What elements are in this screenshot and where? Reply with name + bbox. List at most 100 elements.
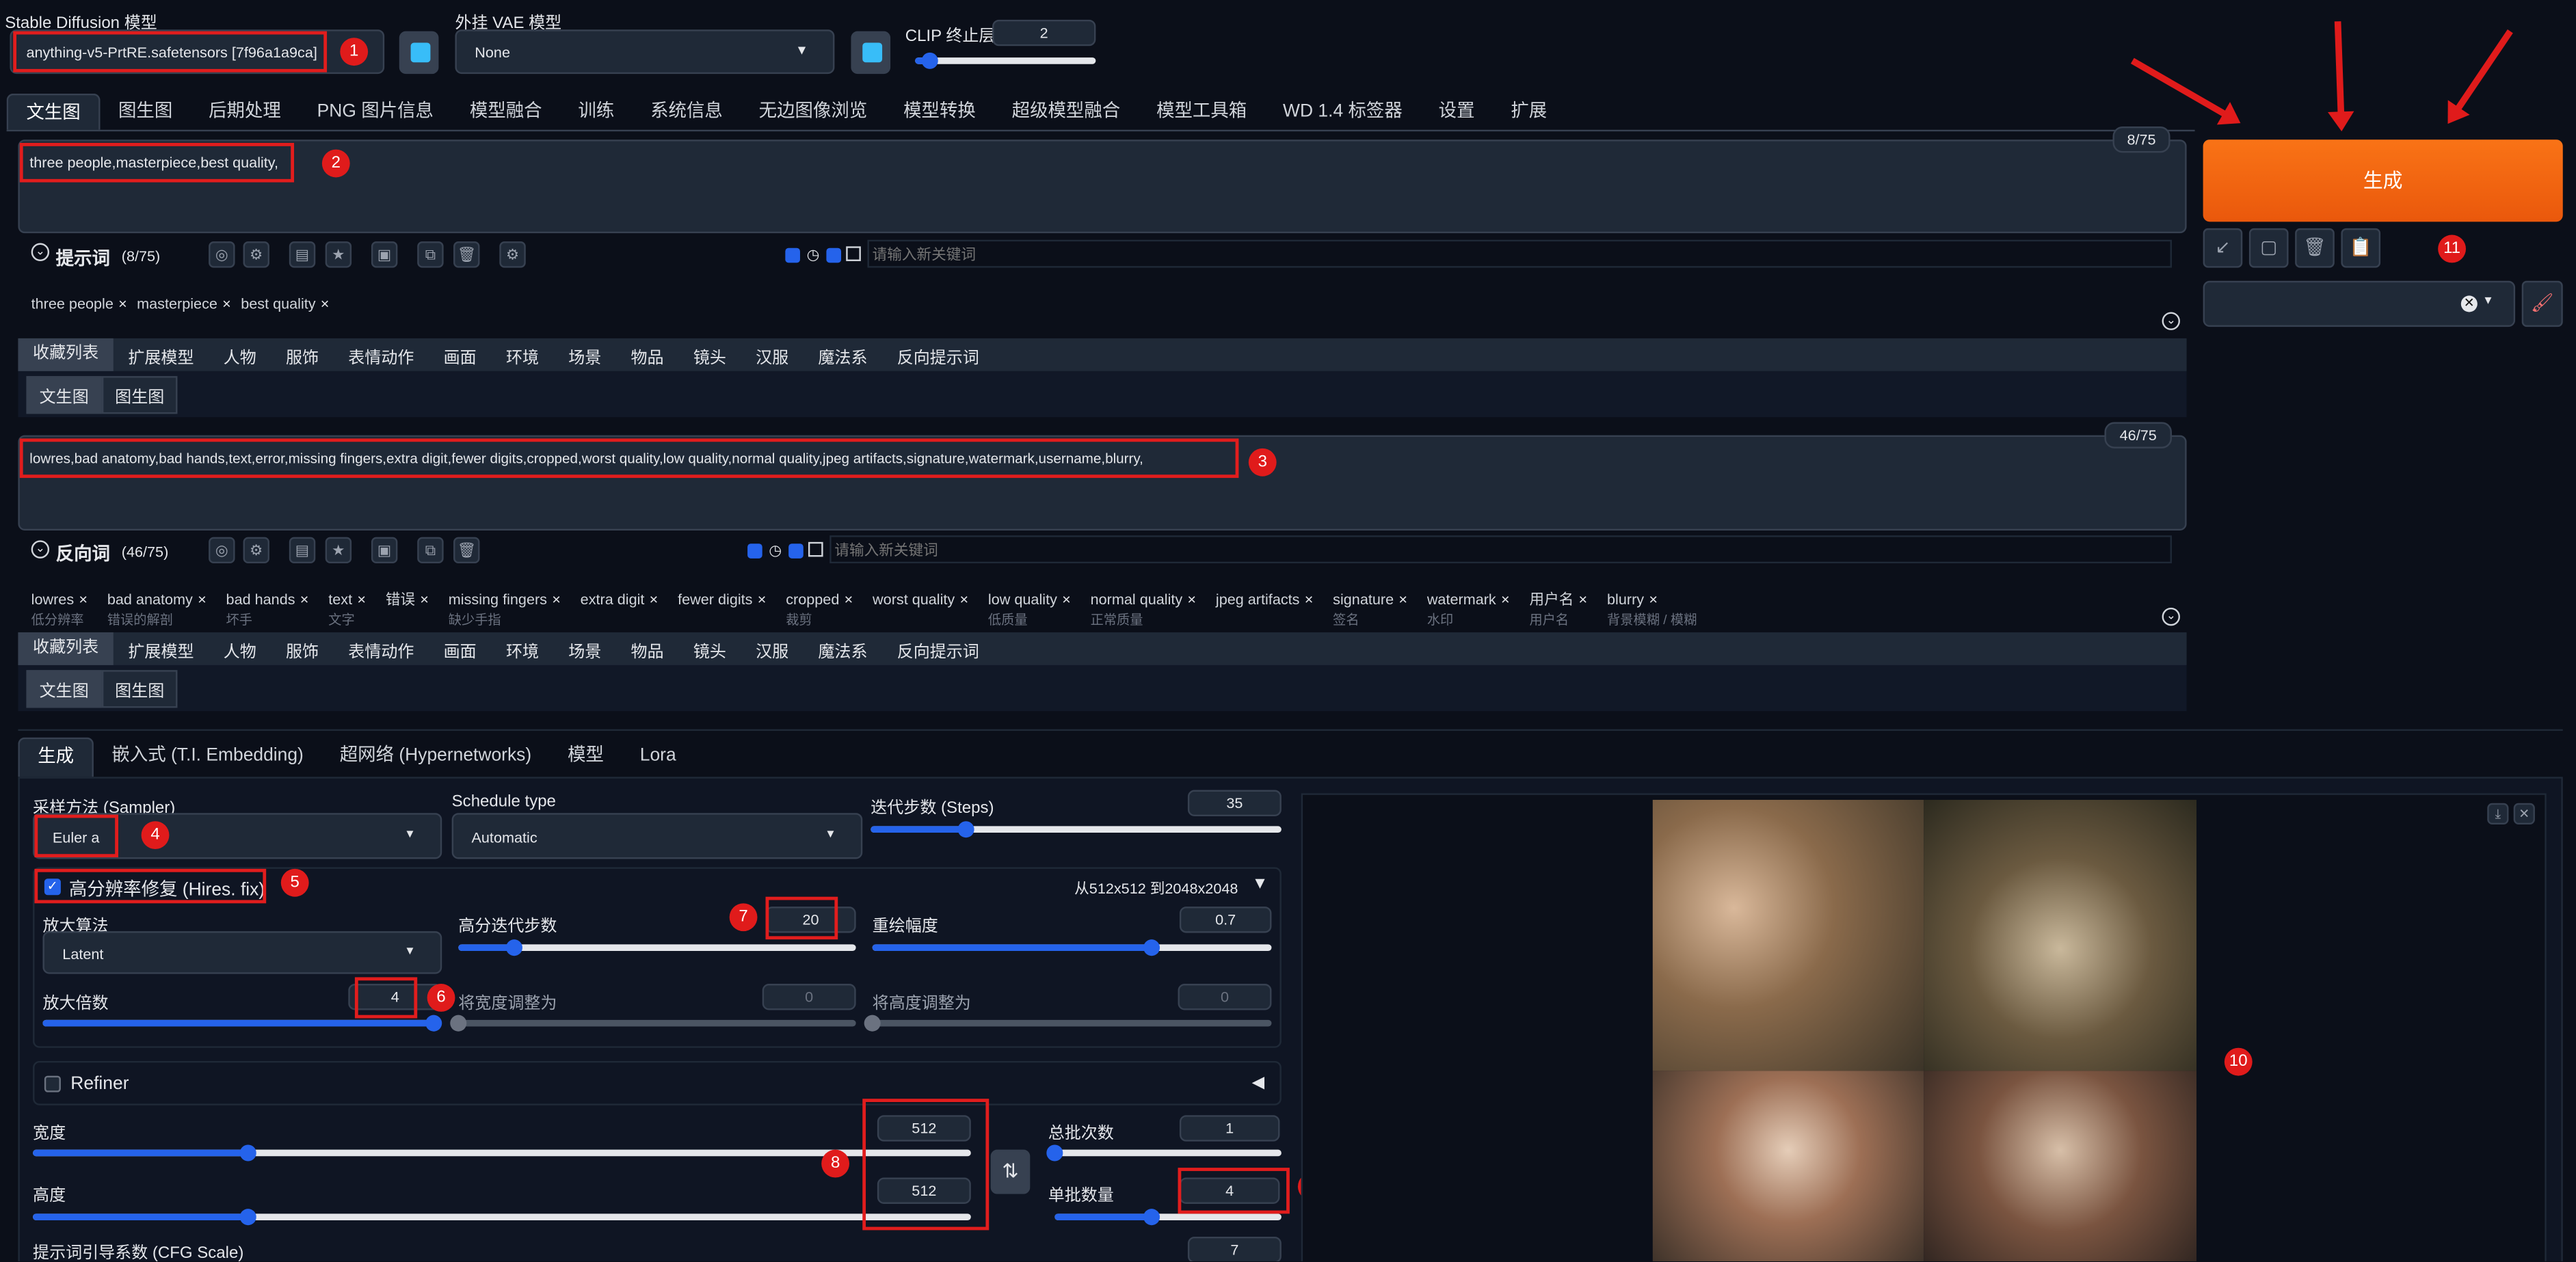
category-tab[interactable]: 画面 xyxy=(429,636,491,661)
category-tab[interactable]: 魔法系 xyxy=(804,636,882,661)
subtab[interactable]: 文生图 xyxy=(26,376,102,414)
close-icon[interactable]: × xyxy=(1649,591,1658,608)
clip-slider[interactable] xyxy=(915,52,1096,69)
toolbar-button[interactable]: ▣ xyxy=(371,241,398,268)
category-tab[interactable]: 反向提示词 xyxy=(882,636,994,661)
prompt-keyword-input[interactable] xyxy=(867,239,2172,268)
download-button[interactable]: ⤓ xyxy=(2487,803,2509,825)
close-icon[interactable]: × xyxy=(1579,591,1588,608)
category-tab[interactable]: 环境 xyxy=(491,636,553,661)
trash-button[interactable]: 🗑 xyxy=(2295,228,2335,268)
collapse-icon[interactable]: ⌄ xyxy=(31,540,50,559)
clip-value-field[interactable]: 2 xyxy=(992,19,1096,46)
negative-chip[interactable]: jpeg artifacts × xyxy=(1216,583,1323,613)
category-tab[interactable]: 人物 xyxy=(209,636,271,661)
generated-image[interactable] xyxy=(1924,1071,2197,1262)
close-icon[interactable]: × xyxy=(1398,591,1407,608)
resize-width-field[interactable]: 0 xyxy=(762,984,856,1010)
toolbar-button[interactable]: ★ xyxy=(325,537,352,564)
close-icon[interactable]: × xyxy=(118,295,127,312)
category-tab[interactable]: 汉服 xyxy=(741,636,803,661)
negative-keyword-input[interactable] xyxy=(829,535,2172,564)
negative-chip[interactable]: 用户名 × 用户名 xyxy=(1529,583,1597,629)
batch-count-field[interactable]: 1 xyxy=(1179,1115,1280,1142)
toolbar-button[interactable]: 🗑 xyxy=(453,537,480,564)
clipboard-button[interactable]: 📋 xyxy=(2341,228,2381,268)
toolbar-button[interactable]: ▤ xyxy=(289,537,316,564)
category-tab[interactable]: 收藏列表 xyxy=(18,338,114,371)
tab-13[interactable]: 扩展 xyxy=(1493,94,1565,130)
tab-8[interactable]: 模型转换 xyxy=(886,94,994,130)
close-icon[interactable]: × xyxy=(758,591,767,608)
resize-height-field[interactable]: 0 xyxy=(1178,984,1272,1010)
close-icon[interactable]: × xyxy=(552,591,561,608)
category-tab[interactable]: 场景 xyxy=(554,636,616,661)
tab-7[interactable]: 无边图像浏览 xyxy=(741,94,885,130)
toolbar-button[interactable]: ⚙ xyxy=(243,537,269,564)
clear-prompt-button[interactable]: ▢ xyxy=(2248,228,2289,268)
prompt-chip[interactable]: best quality × xyxy=(241,295,329,312)
category-tab[interactable]: 物品 xyxy=(616,343,678,367)
generated-image[interactable] xyxy=(1924,799,2197,1071)
negative-chip[interactable]: missing fingers × 缺少手指 xyxy=(449,583,570,629)
gen-tab-0[interactable]: 生成 xyxy=(18,737,94,777)
category-tab[interactable]: 环境 xyxy=(491,343,553,367)
close-icon[interactable]: × xyxy=(198,591,207,608)
category-tab[interactable]: 反向提示词 xyxy=(882,343,994,367)
negative-chip[interactable]: worst quality × xyxy=(873,583,978,613)
steps-slider[interactable] xyxy=(871,821,1282,838)
category-tab[interactable]: 汉服 xyxy=(741,343,803,367)
negative-chip[interactable]: bad hands × 坏手 xyxy=(226,583,319,629)
category-tab[interactable]: 镜头 xyxy=(678,343,741,367)
category-tab[interactable]: 物品 xyxy=(616,636,678,661)
height-slider[interactable] xyxy=(33,1209,971,1226)
toolbar-button[interactable]: ★ xyxy=(325,241,352,268)
toolbar-button[interactable]: ⧉ xyxy=(417,537,444,564)
subtab[interactable]: 图生图 xyxy=(101,376,178,414)
close-icon[interactable]: × xyxy=(420,591,429,608)
denoise-field[interactable]: 0.7 xyxy=(1179,907,1272,933)
refiner-panel[interactable] xyxy=(33,1060,1282,1105)
refiner-checkbox[interactable] xyxy=(44,1075,61,1092)
close-icon[interactable]: × xyxy=(650,591,659,608)
close-icon[interactable]: × xyxy=(222,295,231,312)
close-icon[interactable]: × xyxy=(1305,591,1314,608)
checkbox-checked[interactable] xyxy=(788,543,804,559)
tab-11[interactable]: WD 1.4 标签器 xyxy=(1265,94,1421,130)
close-icon[interactable]: × xyxy=(1062,591,1071,608)
category-tab[interactable]: 魔法系 xyxy=(804,343,882,367)
negative-chip[interactable]: signature × 签名 xyxy=(1333,583,1417,629)
batch-size-slider[interactable] xyxy=(1054,1209,1282,1226)
negative-chip[interactable]: blurry × 背景模糊 / 模糊 xyxy=(1607,583,1697,629)
tab-3[interactable]: PNG 图片信息 xyxy=(299,94,451,130)
checkbox-checked[interactable] xyxy=(747,543,762,559)
toolbar-button[interactable]: ▣ xyxy=(371,537,398,564)
category-tab[interactable]: 服饰 xyxy=(271,343,333,367)
clear-icon[interactable]: ✕ xyxy=(2460,295,2478,312)
cfg-field[interactable]: 7 xyxy=(1187,1237,1282,1262)
category-tab[interactable]: 镜头 xyxy=(678,636,741,661)
style-select[interactable]: ✕ ▼ xyxy=(2203,280,2516,327)
triangle-left-icon[interactable]: ◀ xyxy=(1252,1074,1265,1092)
negative-chip[interactable]: extra digit × xyxy=(581,583,668,613)
subtab[interactable]: 图生图 xyxy=(101,670,178,708)
close-icon[interactable]: × xyxy=(300,591,309,608)
negative-chip[interactable]: watermark × 水印 xyxy=(1427,583,1519,629)
category-tab[interactable]: 扩展模型 xyxy=(114,343,209,367)
negative-chip[interactable]: bad anatomy × 错误的解剖 xyxy=(107,583,216,629)
swap-dimensions-button[interactable]: ⇅ xyxy=(990,1149,1031,1194)
gen-tab-4[interactable]: Lora xyxy=(622,738,694,777)
checkbox-checked[interactable] xyxy=(826,247,842,263)
category-tab[interactable]: 扩展模型 xyxy=(114,636,209,661)
subtab[interactable]: 文生图 xyxy=(26,670,102,708)
hr-steps-slider[interactable] xyxy=(458,939,856,956)
expand-icon[interactable]: ⌄ xyxy=(2162,312,2180,330)
tab-12[interactable]: 设置 xyxy=(1420,94,1493,130)
tab-2[interactable]: 后期处理 xyxy=(191,94,300,130)
close-icon[interactable]: × xyxy=(1501,591,1510,608)
gen-tab-2[interactable]: 超网络 (Hypernetworks) xyxy=(321,738,549,777)
tab-0[interactable]: 文生图 xyxy=(6,93,101,130)
close-icon[interactable]: × xyxy=(959,591,968,608)
category-tab[interactable]: 画面 xyxy=(429,343,491,367)
category-tab[interactable]: 表情动作 xyxy=(334,636,429,661)
